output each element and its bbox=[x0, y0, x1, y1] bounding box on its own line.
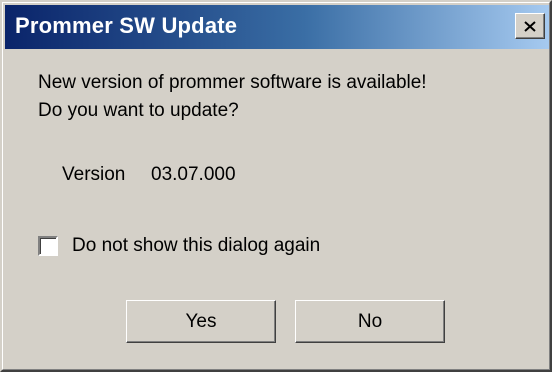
dialog-body: New version of prommer software is avail… bbox=[2, 49, 550, 370]
yes-button[interactable]: Yes bbox=[126, 300, 276, 343]
message-line-2: Do you want to update? bbox=[38, 100, 239, 121]
dont-show-again-label[interactable]: Do not show this dialog again bbox=[72, 235, 320, 257]
title-bar[interactable]: Prommer SW Update bbox=[5, 5, 549, 49]
version-label: Version bbox=[62, 164, 126, 185]
message-line-1: New version of prommer software is avail… bbox=[38, 72, 427, 93]
update-message: New version of prommer software is avail… bbox=[38, 69, 427, 125]
dont-show-again-checkbox[interactable] bbox=[38, 236, 58, 256]
dialog-title: Prommer SW Update bbox=[15, 13, 238, 38]
close-icon bbox=[524, 20, 536, 32]
update-dialog: Prommer SW Update New version of prommer… bbox=[0, 0, 552, 372]
no-button[interactable]: No bbox=[295, 300, 445, 343]
dont-show-again-option[interactable]: Do not show this dialog again bbox=[38, 234, 320, 258]
close-button[interactable] bbox=[515, 13, 545, 39]
version-value: 03.07.000 bbox=[151, 164, 236, 185]
